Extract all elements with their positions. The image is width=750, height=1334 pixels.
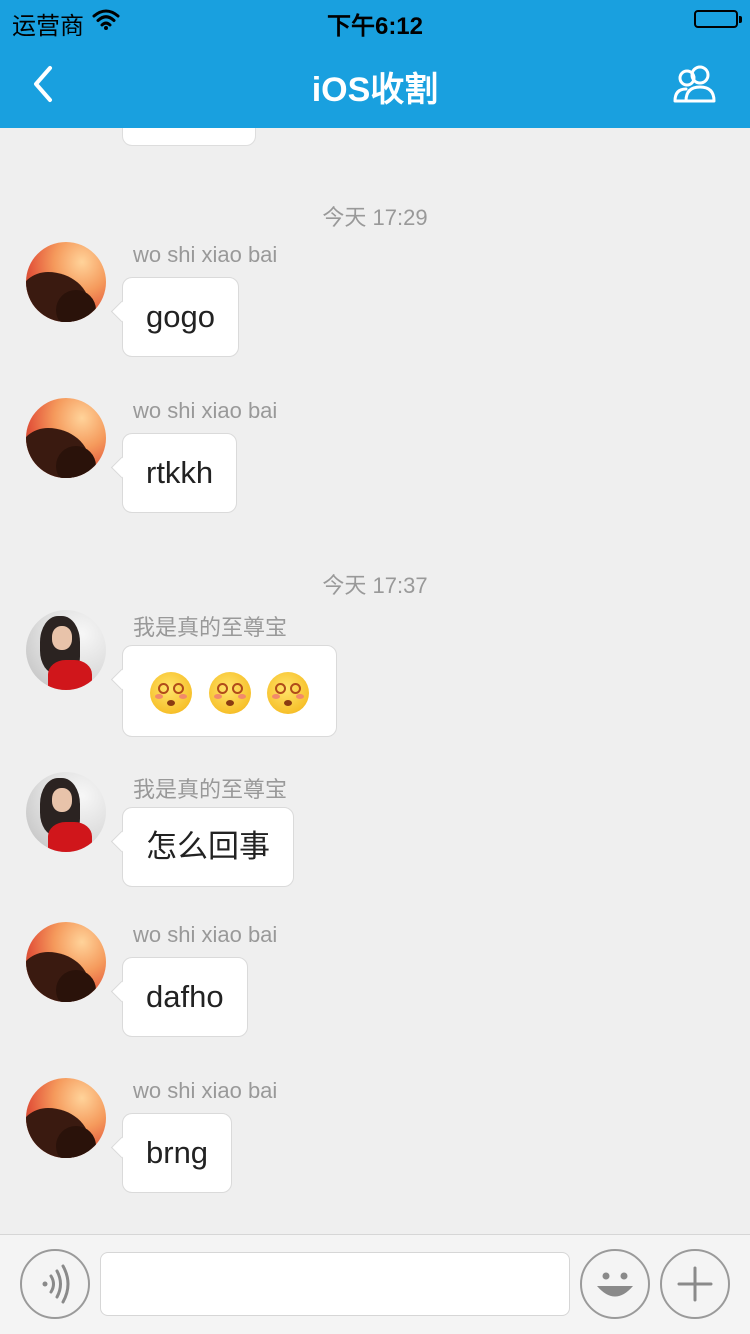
plus-icon bbox=[677, 1266, 713, 1302]
people-icon bbox=[673, 65, 716, 103]
sunset-avatar[interactable] bbox=[26, 1078, 106, 1158]
status-time: 下午6:12 bbox=[326, 13, 424, 40]
woman-avatar[interactable] bbox=[26, 610, 106, 690]
message-bubble[interactable]: dafho bbox=[122, 957, 248, 1037]
message-bubble[interactable]: 怎么回事 bbox=[122, 807, 294, 887]
sender-name: wo shi xiao bai bbox=[133, 398, 278, 423]
sunset-avatar[interactable] bbox=[26, 922, 106, 1002]
nav-bar: iOS收割 bbox=[0, 40, 750, 128]
sunset-avatar[interactable] bbox=[26, 242, 106, 322]
message-bubble[interactable]: brng bbox=[122, 1113, 233, 1193]
chat-title: iOS收割 bbox=[311, 71, 439, 109]
sender-name: 我是真的至尊宝 bbox=[133, 777, 288, 802]
message-input[interactable] bbox=[100, 1252, 570, 1316]
message-bubble[interactable] bbox=[122, 128, 256, 146]
chat-message-list[interactable]: 今天 17:29 wo shi xiao bai gogo wo shi xia… bbox=[0, 128, 750, 1234]
dizzy-face-emoji-icon bbox=[208, 671, 251, 714]
sunset-avatar[interactable] bbox=[26, 398, 106, 478]
group-members-button[interactable] bbox=[672, 64, 718, 104]
voice-icon bbox=[42, 1264, 70, 1304]
emoji-button[interactable] bbox=[580, 1249, 650, 1319]
message-bubble[interactable]: gogo bbox=[122, 277, 239, 357]
timestamp: 今天 17:29 bbox=[322, 205, 428, 230]
more-button[interactable] bbox=[660, 1249, 730, 1319]
dizzy-face-emoji-icon bbox=[150, 671, 192, 714]
smiley-icon bbox=[597, 1272, 633, 1297]
message-bubble[interactable] bbox=[122, 645, 338, 737]
sender-name: wo shi xiao bai bbox=[133, 1078, 278, 1103]
sender-name: wo shi xiao bai bbox=[133, 242, 278, 267]
status-bar: 运营商 下午6:12 bbox=[0, 0, 750, 40]
input-bar bbox=[0, 1234, 750, 1334]
battery-icon bbox=[694, 10, 742, 28]
dizzy-face-emoji-icon bbox=[267, 671, 310, 714]
voice-button[interactable] bbox=[20, 1249, 90, 1319]
woman-avatar[interactable] bbox=[26, 772, 106, 852]
sender-name: wo shi xiao bai bbox=[133, 922, 278, 947]
timestamp: 今天 17:37 bbox=[322, 573, 428, 598]
message-bubble[interactable]: rtkkh bbox=[122, 433, 238, 513]
sender-name: 我是真的至尊宝 bbox=[133, 615, 288, 640]
